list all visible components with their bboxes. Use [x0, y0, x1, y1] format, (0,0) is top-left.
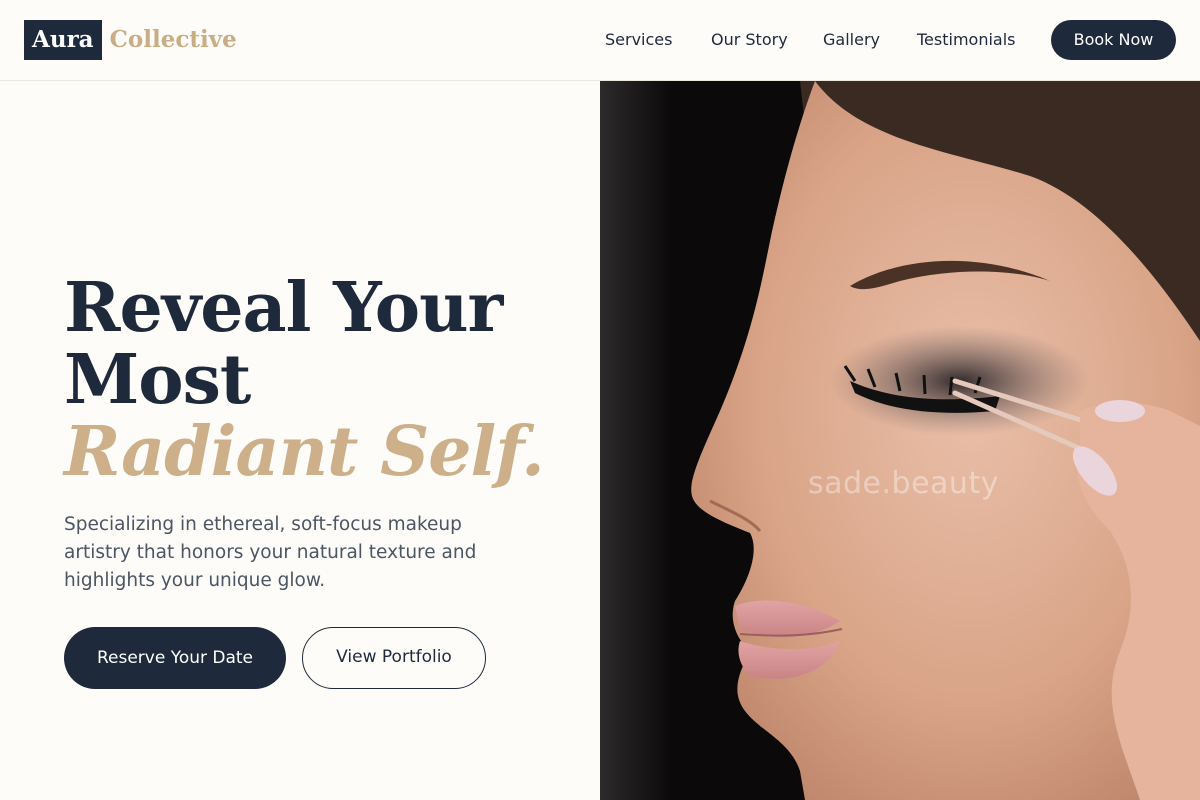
nav-our-story[interactable]: Our Story	[711, 30, 788, 50]
nav-testimonials[interactable]: Testimonials	[917, 30, 1016, 50]
brand-mark: Aura	[24, 20, 102, 60]
brand-logo[interactable]: Aura Collective	[24, 20, 237, 60]
hero-photo-illustration	[600, 81, 1200, 800]
nav-gallery[interactable]: Gallery	[823, 30, 880, 50]
hero-title: Reveal Your Most Radiant Self.	[64, 272, 584, 488]
view-portfolio-button[interactable]: View Portfolio	[302, 627, 486, 689]
hero-title-line-2: Most	[64, 340, 251, 420]
reserve-date-button[interactable]: Reserve Your Date	[64, 627, 286, 689]
hero-title-line-1: Reveal Your	[64, 268, 503, 348]
photo-watermark: sade.beauty	[808, 466, 999, 501]
nav-services[interactable]: Services	[605, 30, 672, 50]
hero-photo: sade.beauty	[600, 81, 1200, 800]
hero-title-accent: Radiant Self.	[64, 412, 545, 492]
hero-subtitle: Specializing in ethereal, soft-focus mak…	[64, 514, 477, 591]
book-now-button[interactable]: Book Now	[1051, 20, 1176, 60]
site-header: Aura Collective Services Our Story Galle…	[0, 0, 1200, 81]
brand-word: Collective	[109, 26, 237, 53]
